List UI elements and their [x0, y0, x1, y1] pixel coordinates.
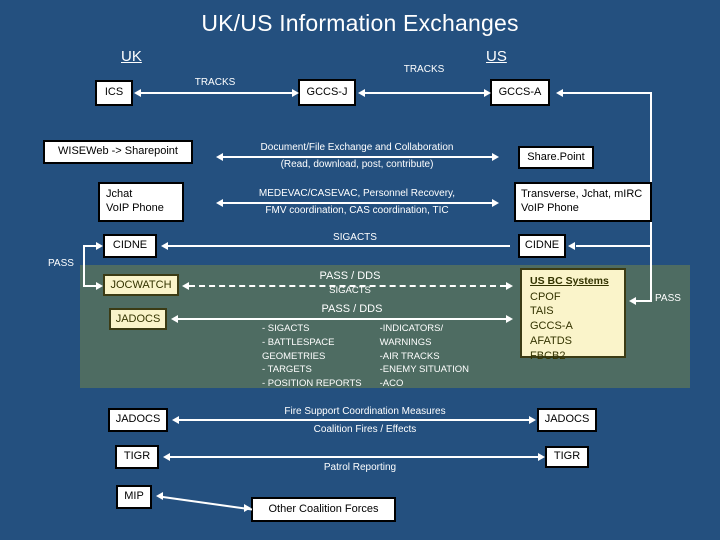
- arrowhead-left-gccsa-riser: [556, 89, 563, 97]
- connector-gccsj-gccsa: [364, 92, 484, 94]
- label-patrol-reporting: Patrol Reporting: [323, 462, 397, 473]
- connector-cidne: [167, 245, 510, 247]
- box-us-bc-systems[interactable]: US BC Systems CPOF TAIS GCCS-A AFATDS FB…: [520, 268, 626, 362]
- connector-gccsa-riser-horizontal: [562, 92, 652, 94]
- exchange-item-right-3: -ENEMY SITUATION: [379, 364, 469, 376]
- exchange-item-left-2: GEOMETRIES: [262, 350, 326, 362]
- arrowhead-left-tigr: [163, 453, 170, 461]
- label-pass-right: PASS: [655, 293, 681, 304]
- box-tigr-uk[interactable]: TIGR: [115, 445, 159, 469]
- box-mip[interactable]: MIP: [116, 485, 152, 509]
- box-other-coalition-forces[interactable]: Other Coalition Forces: [251, 497, 396, 522]
- slide-canvas: UK/US Information Exchanges UK US ICS GC…: [0, 0, 720, 540]
- pass-riser-left-to-cidne: [83, 245, 97, 247]
- arrowhead-right-tigr: [538, 453, 545, 461]
- label-pass-left: PASS: [48, 258, 74, 269]
- page-title: UK/US Information Exchanges: [201, 10, 519, 36]
- connector-cidne-to-riser: [576, 245, 652, 247]
- arrowhead-right-usbc: [506, 315, 513, 323]
- connector-ics-gccsj: [140, 92, 292, 94]
- arrowhead-left-ics: [134, 89, 141, 97]
- us-bc-systems-item-0: CPOF: [530, 290, 561, 303]
- box-cidne-uk[interactable]: CIDNE: [103, 234, 157, 258]
- arrowhead-left-cidne: [161, 242, 168, 250]
- exchange-items-left-column: - SIGACTS - BATTLESPACE GEOMETRIES - TAR…: [262, 322, 362, 391]
- arrowhead-right-gccsj: [292, 89, 299, 97]
- label-sigacts-cidne: SIGACTS: [333, 232, 377, 243]
- exchange-item-right-0: -INDICATORS/: [379, 323, 444, 334]
- label-chat-line1: MEDEVAC/CASEVAC, Personnel Recovery,: [258, 188, 456, 199]
- exchange-items-right-column: -INDICATORS/ WARNINGS -AIR TRACKS -ENEMY…: [380, 322, 469, 391]
- exchange-items-list: - SIGACTS - BATTLESPACE GEOMETRIES - TAR…: [262, 322, 469, 391]
- label-chat-line2: FMV coordination, CAS coordination, TIC: [265, 205, 449, 216]
- arrowhead-left-cidne-us: [568, 242, 575, 250]
- label-fire-support-line2: Coalition Fires / Effects: [313, 424, 417, 435]
- box-jadocs-green[interactable]: JADOCS: [109, 308, 167, 330]
- box-ics[interactable]: ICS: [95, 80, 133, 106]
- box-gccs-a[interactable]: GCCS-A: [490, 79, 550, 106]
- box-tigr-us[interactable]: TIGR: [545, 446, 589, 468]
- label-pass-dds-sigacts-line2: SIGACTS: [329, 285, 371, 296]
- box-transverse-jchat-mirc-us[interactable]: Transverse, Jchat, mIRC VoIP Phone: [514, 182, 652, 222]
- label-sharepoint-line1: Document/File Exchange and Collaboration: [260, 142, 454, 153]
- label-pass-dds-sigacts-line1: PASS / DDS: [319, 270, 381, 282]
- box-sharepoint-us[interactable]: Share.Point: [518, 146, 594, 169]
- box-transverse-line2: VoIP Phone: [521, 202, 579, 214]
- arrowhead-right-sharepoint: [492, 153, 499, 161]
- arrowhead-left-mip: [156, 492, 163, 500]
- box-wiseweb-sharepoint[interactable]: WISEWeb -> Sharepoint: [43, 140, 193, 164]
- box-transverse-line1: Transverse, Jchat, mIRC: [521, 188, 643, 201]
- pass-riser-left-vertical: [83, 245, 85, 287]
- connector-mip-coalition: [162, 496, 253, 511]
- us-bc-systems-item-3: AFATDS: [530, 335, 572, 348]
- label-tracks-right: TRACKS: [403, 64, 445, 75]
- arrowhead-left-jadocs-green: [171, 315, 178, 323]
- connector-sharepoint: [222, 156, 492, 158]
- box-jchat-voip-uk-line2: VoIP Phone: [106, 202, 164, 214]
- arrowhead-left-gccsj: [358, 89, 365, 97]
- us-bc-systems-item-4: FBCB2: [530, 350, 566, 363]
- connector-jadocs-bottom: [178, 419, 529, 421]
- arrowhead-right-jocwatch: [96, 282, 103, 290]
- exchange-item-left-3: - TARGETS: [262, 364, 312, 376]
- connector-chat: [222, 202, 492, 204]
- label-pass-dds-jadocs: PASS / DDS: [321, 303, 383, 315]
- label-sharepoint-line2: (Read, download, post, contribute): [280, 159, 434, 170]
- pass-riser-right-horizontal: [636, 300, 652, 302]
- heading-us: US: [486, 48, 507, 65]
- arrowhead-left-jadocs-bottom: [172, 416, 179, 424]
- us-bc-systems-item-2: GCCS-A: [530, 320, 573, 333]
- connector-tigr: [169, 456, 538, 458]
- exchange-item-left-1: - BATTLESPACE: [262, 336, 335, 348]
- exchange-item-right-4: -ACO: [379, 378, 404, 390]
- arrowhead-left-jocwatch-dashed: [182, 282, 189, 290]
- connector-jadocs-usbc: [177, 318, 506, 320]
- box-jchat-voip-uk-line1: Jchat: [106, 188, 133, 201]
- heading-uk: UK: [121, 48, 142, 65]
- exchange-item-right-1: WARNINGS: [379, 336, 432, 348]
- arrowhead-right-gccsa: [484, 89, 491, 97]
- exchange-item-right-2: -AIR TRACKS: [379, 350, 440, 362]
- arrowhead-right-usbc-dashed: [506, 282, 513, 290]
- us-bc-systems-header: US BC Systems: [530, 275, 609, 287]
- box-jocwatch[interactable]: JOCWATCH: [103, 274, 179, 296]
- arrowhead-right-cidne-uk: [96, 242, 103, 250]
- label-tracks-left: TRACKS: [194, 77, 236, 88]
- box-jchat-voip-uk[interactable]: Jchat VoIP Phone: [98, 182, 184, 222]
- box-jadocs-uk-bottom[interactable]: JADOCS: [108, 408, 168, 432]
- us-bc-systems-item-1: TAIS: [530, 305, 554, 318]
- arrowhead-right-jadocs-bottom: [529, 416, 536, 424]
- exchange-item-left-4: - POSITION REPORTS: [262, 378, 362, 390]
- exchange-item-left-0: - SIGACTS: [262, 323, 310, 334]
- box-jadocs-us-bottom[interactable]: JADOCS: [537, 408, 597, 432]
- arrowhead-left-usbc-pass: [629, 297, 636, 305]
- arrowhead-right-coalition: [244, 504, 251, 512]
- pass-riser-left-to-jocwatch: [83, 285, 97, 287]
- label-fire-support-line1: Fire Support Coordination Measures: [284, 406, 446, 417]
- box-gccs-j[interactable]: GCCS-J: [298, 79, 356, 106]
- box-cidne-us[interactable]: CIDNE: [518, 234, 566, 258]
